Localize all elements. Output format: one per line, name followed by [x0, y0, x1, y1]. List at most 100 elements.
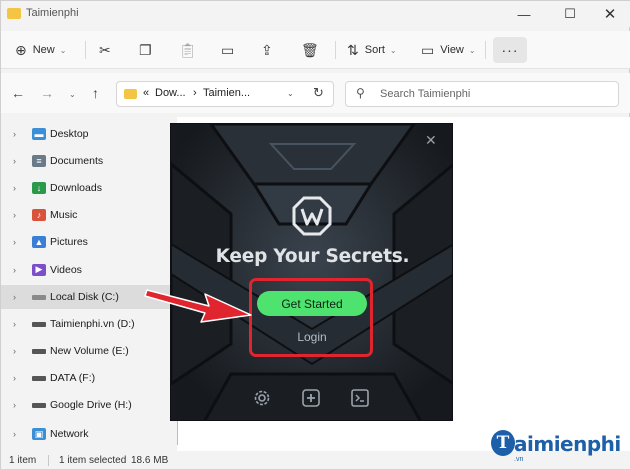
sidebar-item[interactable]: › ▬ Desktop	[1, 122, 173, 146]
videos-icon: ▶	[32, 263, 46, 276]
toolbar-divider	[335, 41, 336, 59]
sidebar-item[interactable]: › ▲ Pictures	[1, 230, 173, 254]
close-window-button[interactable]: ✕	[587, 1, 630, 27]
cut-button[interactable]: ✂	[99, 39, 117, 61]
paste-icon: 📋︎	[179, 41, 197, 58]
breadcrumb-separator: ›	[193, 87, 197, 99]
item-count: 1 item	[9, 455, 37, 466]
expand-chevron-icon[interactable]: ›	[13, 292, 16, 302]
documents-icon: ≡	[32, 155, 46, 168]
navigation-bar: ← → ⌄ ↑ « Dow... › Taimien... ⌄ ↻ ⚲ Sear…	[1, 73, 630, 113]
window-title: Taimienphi	[26, 7, 79, 19]
expand-chevron-icon[interactable]: ›	[13, 400, 16, 410]
expand-chevron-icon[interactable]: ›	[13, 265, 16, 275]
expand-chevron-icon[interactable]: ›	[13, 237, 16, 247]
sidebar-item-label: Documents	[50, 155, 104, 168]
refresh-icon[interactable]: ↻	[313, 85, 324, 101]
search-placeholder: Search Taimienphi	[380, 88, 471, 100]
sidebar-item[interactable]: › New Volume (E:)	[1, 339, 173, 363]
search-box[interactable]: ⚲ Search Taimienphi	[345, 81, 619, 107]
share-icon: ⇪	[261, 41, 273, 58]
sidebar-item-label: New Volume (E:)	[50, 344, 129, 357]
sidebar-item[interactable]: › ↓ Downloads	[1, 176, 173, 200]
expand-chevron-icon[interactable]: ›	[13, 156, 16, 166]
watermark-logo: T	[491, 430, 515, 456]
delete-button[interactable]: 🗑︎	[301, 39, 325, 61]
settings-icon[interactable]	[251, 387, 273, 409]
view-label: View	[440, 44, 464, 56]
drive-icon	[32, 375, 46, 381]
recent-locations-chevron-icon[interactable]: ⌄	[69, 90, 76, 99]
expand-chevron-icon[interactable]: ›	[13, 373, 16, 383]
expand-chevron-icon[interactable]: ›	[13, 183, 16, 193]
highlight-box	[249, 278, 373, 357]
sidebar-item[interactable]: › Google Drive (H:)	[1, 393, 173, 417]
sidebar-item-label: Videos	[50, 263, 82, 276]
sidebar-item-label: Music	[50, 209, 78, 222]
sidebar-item-label: DATA (F:)	[50, 371, 96, 384]
sidebar-item[interactable]: › ▣ Network	[1, 422, 173, 446]
drive-icon	[32, 348, 46, 354]
sidebar-item-label: Downloads	[50, 182, 102, 195]
paste-button[interactable]: 📋︎	[179, 39, 203, 61]
toolbar-divider	[485, 41, 486, 59]
watermark-brand: aimienphi	[514, 432, 621, 456]
app-welcome-dialog: ✕ Keep Your Secrets. Get Started Login	[170, 123, 453, 421]
expand-chevron-icon[interactable]: ›	[13, 319, 16, 329]
rename-button[interactable]: ▭	[221, 39, 240, 61]
scissors-icon: ✂	[99, 41, 111, 58]
sidebar-item[interactable]: › DATA (F:)	[1, 366, 173, 390]
sidebar-item-label: Taimienphi.vn (D:)	[50, 317, 135, 330]
copy-button[interactable]: ❐	[139, 39, 158, 61]
drive-icon	[32, 294, 46, 300]
back-arrow-icon[interactable]: ←	[11, 85, 25, 101]
expand-chevron-icon[interactable]: ›	[13, 129, 16, 139]
chevron-down-icon: ⌄	[468, 45, 476, 55]
plus-icon[interactable]	[300, 387, 322, 409]
pictures-icon: ▲	[32, 236, 46, 249]
terminal-icon[interactable]	[349, 387, 371, 409]
sort-button[interactable]: ⇅ Sort ⌄	[347, 39, 397, 61]
expand-chevron-icon[interactable]: ›	[13, 429, 16, 439]
music-icon: ♪	[32, 209, 46, 222]
chevron-down-icon: ⌄	[389, 45, 397, 55]
sidebar-item[interactable]: › ♪ Music	[1, 203, 173, 227]
sidebar-item[interactable]: › ▶ Videos	[1, 258, 173, 282]
status-divider	[48, 455, 49, 466]
breadcrumb-taimienphi[interactable]: Taimien...	[203, 87, 250, 99]
downloads-icon: ↓	[32, 182, 46, 195]
app-logo-icon	[292, 196, 332, 236]
breadcrumb-overflow[interactable]: «	[143, 87, 149, 99]
dialog-headline: Keep Your Secrets.	[215, 246, 410, 267]
sidebar-item[interactable]: › ≡ Documents	[1, 149, 173, 173]
copy-icon: ❐	[139, 41, 152, 58]
sort-label: Sort	[364, 44, 385, 56]
command-bar: ⊕ New ⌄ ✂ ❐ 📋︎ ▭ ⇪ 🗑︎ ⇅ Sort ⌄ ▭ View ⌄ …	[1, 31, 630, 69]
plus-icon: ⊕	[15, 41, 27, 58]
address-bar[interactable]: « Dow... › Taimien... ⌄ ↻	[116, 81, 334, 107]
folder-icon	[124, 89, 137, 99]
sidebar-item-label: Local Disk (C:)	[50, 290, 119, 303]
dialog-background-art	[171, 124, 452, 420]
expand-chevron-icon[interactable]: ›	[13, 346, 16, 356]
folder-icon	[7, 8, 21, 19]
watermark-domain: .vn	[514, 456, 524, 463]
sidebar-item-label: Pictures	[50, 236, 88, 249]
network-icon: ▣	[32, 428, 46, 441]
sidebar-item-label: Google Drive (H:)	[50, 399, 132, 411]
breadcrumb-downloads[interactable]: Dow...	[155, 87, 186, 99]
forward-arrow-icon[interactable]: →	[40, 85, 54, 101]
pointer-arrow	[144, 289, 252, 323]
minimize-button[interactable]: —	[501, 1, 547, 27]
address-dropdown-icon[interactable]: ⌄	[287, 89, 294, 98]
up-arrow-icon[interactable]: ↑	[92, 85, 99, 101]
view-button[interactable]: ▭ View ⌄	[421, 39, 476, 61]
more-options-button[interactable]: ···	[493, 37, 527, 63]
sort-icon: ⇅	[347, 41, 359, 58]
selection-size: 18.6 MB	[131, 455, 169, 466]
new-button[interactable]: ⊕ New ⌄	[15, 39, 66, 61]
expand-chevron-icon[interactable]: ›	[13, 210, 16, 220]
close-icon[interactable]: ✕	[425, 132, 437, 149]
share-button[interactable]: ⇪	[261, 39, 279, 61]
pane-divider[interactable]	[177, 421, 178, 445]
